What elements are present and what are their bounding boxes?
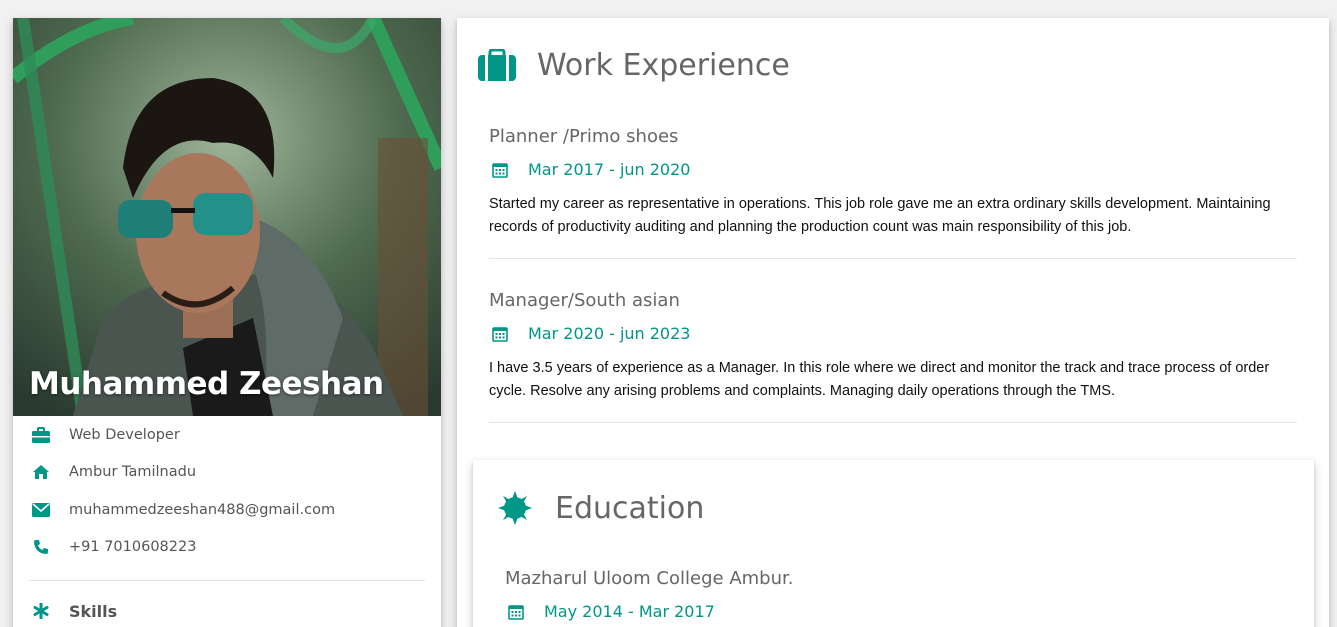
job-title: Manager/South asian [489, 290, 680, 311]
education-date: May 2014 - Mar 2017 [505, 602, 1282, 621]
profile-name: Muhammed Zeeshan [29, 366, 384, 402]
job-date: Mar 2020 - jun 2023 [489, 324, 1297, 343]
education-header: Education [473, 460, 1314, 556]
phone-row: +91 7010608223 [13, 529, 441, 567]
profile-photo: Muhammed Zeeshan [13, 18, 441, 416]
job-description: I have 3.5 years of experience as a Mana… [489, 360, 1270, 399]
briefcase-icon [31, 425, 51, 445]
home-icon [31, 462, 51, 482]
role-row: Web Developer [13, 416, 441, 454]
job-entry: Manager/South asian Mar 2020 - jun 2023 … [457, 290, 1329, 423]
skills-heading: Skills [13, 601, 441, 621]
envelope-icon [31, 500, 51, 520]
calendar-icon [508, 604, 524, 620]
job-entry: Planner /Primo shoes Mar 2017 - jun 2020… [457, 126, 1329, 259]
email-row: muhammedzeeshan488@gmail.com [13, 491, 441, 529]
suitcase-icon [478, 46, 516, 84]
calendar-icon [492, 326, 508, 342]
education-title: Education [555, 490, 705, 526]
work-experience-header: Work Experience [457, 18, 1329, 112]
certificate-icon [496, 489, 534, 527]
work-experience-title: Work Experience [537, 47, 790, 83]
education-entry: Mazharul Uloom College Ambur. May 2014 -… [473, 568, 1314, 621]
education-card: Education Mazharul Uloom College Ambur. … [473, 460, 1314, 627]
job-description: Started my career as representative in o… [489, 196, 1271, 235]
email-text[interactable]: muhammedzeeshan488@gmail.com [69, 502, 335, 518]
job-title: Planner /Primo shoes [489, 126, 679, 147]
job-date-text: Mar 2017 - jun 2020 [528, 160, 691, 179]
calendar-icon [492, 162, 508, 178]
job-date: Mar 2017 - jun 2020 [489, 160, 1297, 179]
job-divider [489, 258, 1297, 259]
role-text: Web Developer [69, 426, 180, 443]
education-institution: Mazharul Uloom College Ambur. [505, 568, 794, 589]
profile-photo-image [13, 18, 441, 416]
phone-text[interactable]: +91 7010608223 [69, 539, 196, 555]
location-row: Ambur Tamilnadu [13, 454, 441, 492]
profile-card: Muhammed Zeeshan Web Developer Ambur Tam… [13, 18, 441, 627]
job-date-text: Mar 2020 - jun 2023 [528, 324, 691, 343]
profile-divider [29, 580, 425, 581]
asterisk-icon [31, 601, 51, 621]
job-divider [489, 422, 1297, 423]
phone-icon [31, 537, 51, 557]
skills-label: Skills [69, 601, 118, 621]
education-date-text: May 2014 - Mar 2017 [544, 602, 715, 621]
location-text: Ambur Tamilnadu [69, 464, 197, 481]
